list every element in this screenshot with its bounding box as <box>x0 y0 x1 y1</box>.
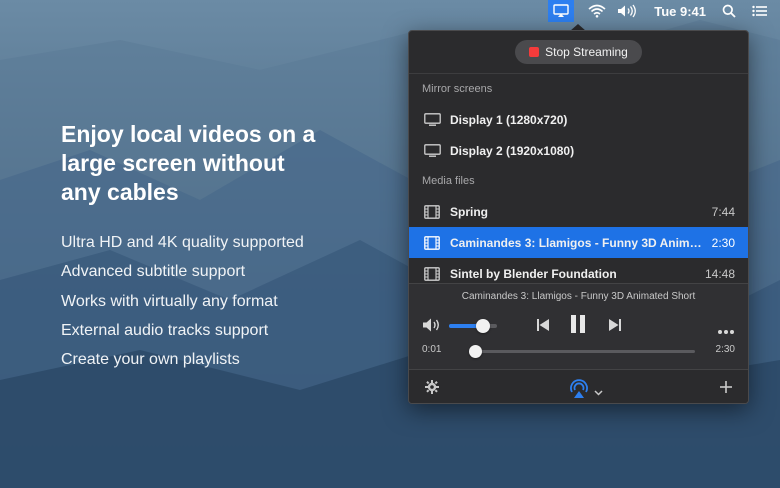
previous-track-icon[interactable] <box>536 318 550 337</box>
airplay-device-icon[interactable] <box>568 377 590 403</box>
display-label: Display 1 (1280x720) <box>450 112 568 127</box>
elapsed-time: 0:01 <box>422 344 442 355</box>
seek-knob[interactable] <box>469 345 482 358</box>
mirror-screens-heading: Mirror screens <box>422 83 493 95</box>
bottom-toolbar <box>409 369 748 403</box>
player-controls <box>409 309 748 341</box>
monitor-icon <box>423 143 441 158</box>
feature-item: Works with virtually any format <box>61 292 278 310</box>
stop-area: Stop Streaming <box>409 31 748 74</box>
monitor-icon <box>423 112 441 127</box>
stop-streaming-label: Stop Streaming <box>545 45 628 59</box>
settings-gear-icon[interactable] <box>425 380 439 399</box>
media-item-selected[interactable]: Caminandes 3: Llamigos - Funny 3D Animat… <box>409 227 748 258</box>
feature-item: Advanced subtitle support <box>61 263 246 281</box>
now-playing-title: Caminandes 3: Llamigos - Funny 3D Animat… <box>461 291 696 302</box>
volume-icon[interactable] <box>614 0 640 22</box>
film-icon <box>423 204 441 219</box>
chevron-down-icon[interactable] <box>594 383 603 401</box>
volume-slider[interactable] <box>449 319 497 333</box>
seek-bar[interactable] <box>469 345 695 358</box>
add-icon[interactable] <box>719 380 733 399</box>
display-label: Display 2 (1920x1080) <box>450 143 575 158</box>
airplay-menu-icon[interactable] <box>548 0 575 22</box>
seek-row: 0:01 2:30 <box>409 341 748 361</box>
notification-list-icon[interactable] <box>748 0 770 22</box>
film-icon <box>423 266 441 281</box>
media-duration: 7:44 <box>711 204 735 219</box>
total-time: 2:30 <box>715 344 735 355</box>
stop-streaming-button[interactable]: Stop Streaming <box>515 40 642 64</box>
menu-clock[interactable]: Tue 9:41 <box>648 0 712 22</box>
search-icon[interactable] <box>718 0 740 22</box>
media-files-heading: Media files <box>422 175 475 187</box>
volume-knob[interactable] <box>476 319 490 333</box>
media-title: Caminandes 3: Llamigos - Funny 3D Animat… <box>450 235 702 250</box>
hero-title: Enjoy local videos on a large screen wit… <box>61 121 316 205</box>
more-options-icon[interactable] <box>717 322 735 340</box>
media-duration: 14:48 <box>704 266 735 281</box>
feature-item: Create your own playlists <box>61 351 240 369</box>
menu-bar: Tue 9:41 <box>0 0 780 22</box>
media-item[interactable]: Spring 7:44 <box>409 196 748 227</box>
hero: Enjoy local videos on a large screen wit… <box>61 120 321 207</box>
stop-icon <box>529 47 540 57</box>
feature-item: Ultra HD and 4K quality supported <box>61 234 304 251</box>
pause-icon[interactable] <box>570 314 586 339</box>
feature-list: Ultra HD and 4K quality supported Advanc… <box>61 233 304 379</box>
media-title: Spring <box>450 204 488 219</box>
display-item[interactable]: Display 2 (1920x1080) <box>409 135 748 166</box>
volume-icon[interactable] <box>422 317 442 338</box>
next-track-icon[interactable] <box>608 318 622 337</box>
feature-item: External audio tracks support <box>61 321 269 339</box>
wifi-icon[interactable] <box>584 0 610 22</box>
display-item[interactable]: Display 1 (1280x720) <box>409 104 748 135</box>
film-icon <box>423 235 441 250</box>
media-duration: 2:30 <box>711 235 735 250</box>
media-title: Sintel by Blender Foundation <box>450 266 617 281</box>
airplay-popover: Stop Streaming Mirror screens Display 1 … <box>408 30 749 404</box>
